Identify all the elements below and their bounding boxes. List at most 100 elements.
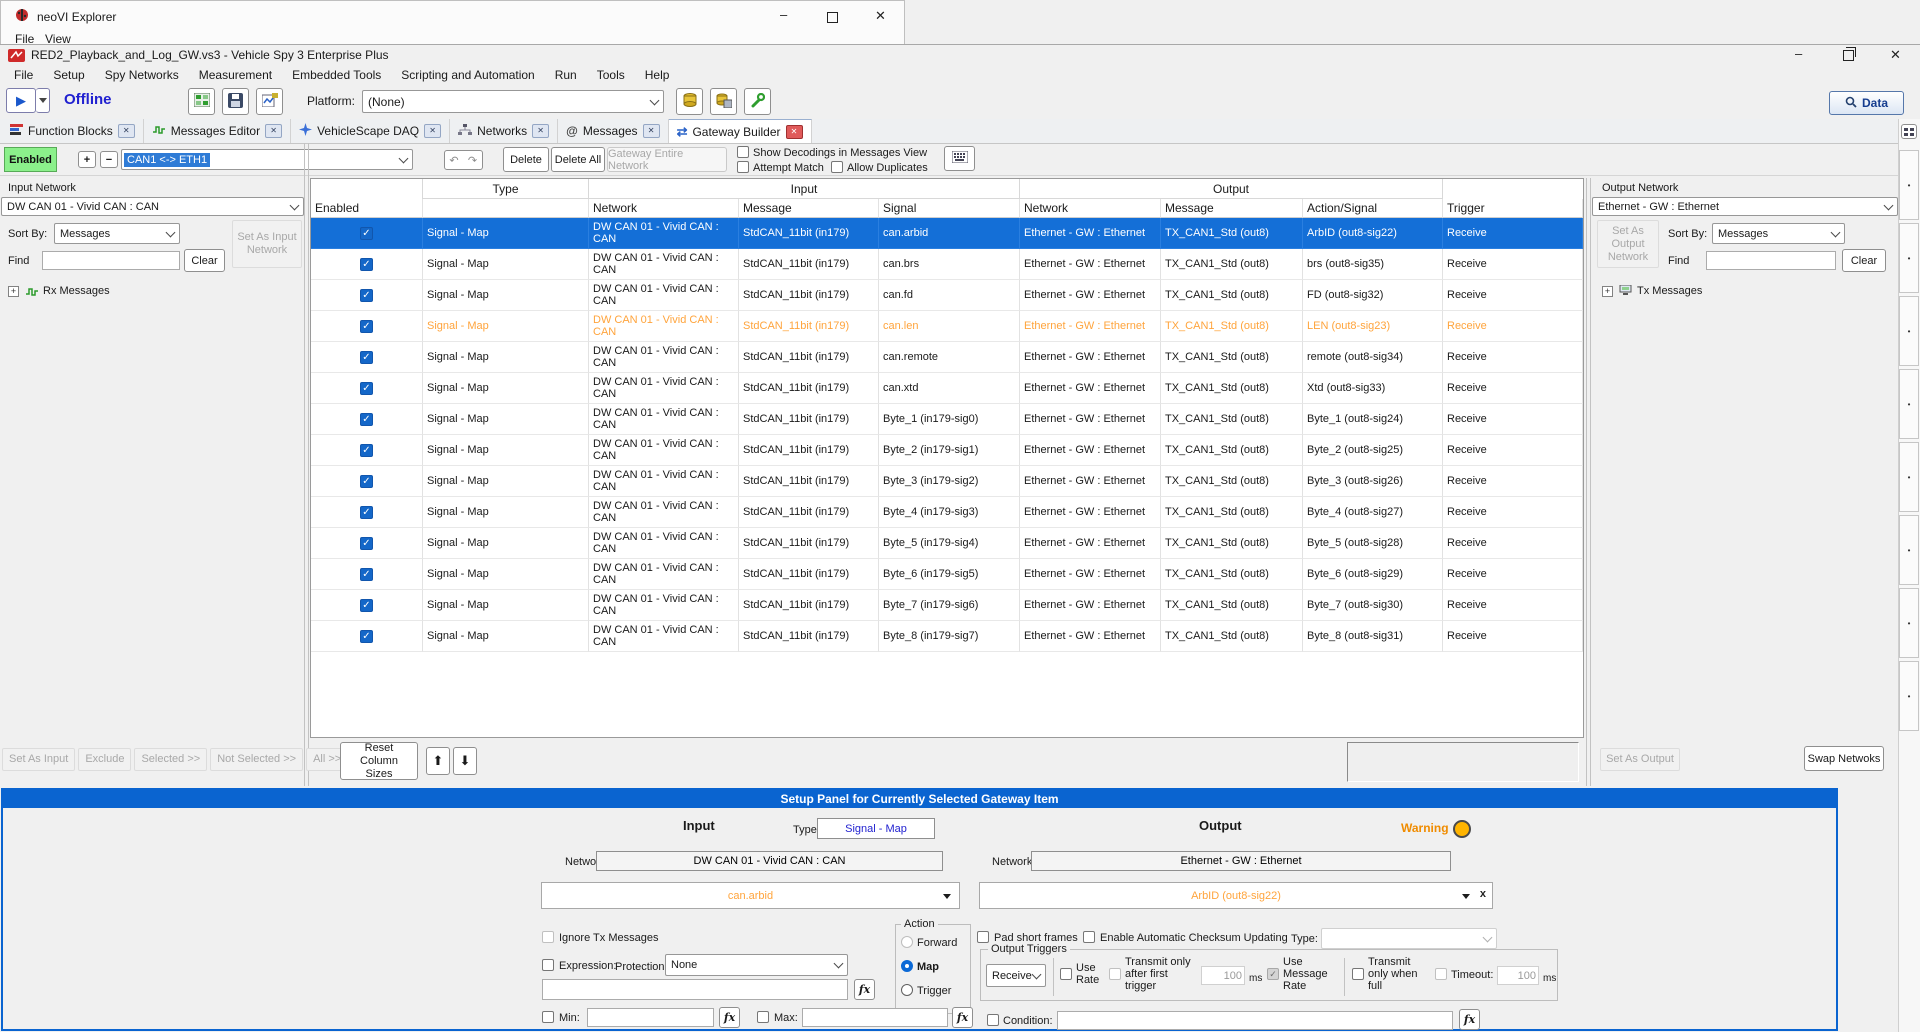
enabled-cell[interactable]: ✓ xyxy=(311,218,423,249)
enabled-checkbox[interactable]: ✓ xyxy=(360,382,373,395)
gateway-name-combo[interactable]: CAN1 <-> ETH1 xyxy=(121,149,413,170)
rate-field[interactable] xyxy=(1201,966,1245,985)
close-icon[interactable]: ✕ xyxy=(643,124,660,138)
delete-all-button[interactable]: Delete All xyxy=(551,147,605,172)
data-button[interactable]: Data xyxy=(1829,91,1904,115)
close-icon[interactable]: ✕ xyxy=(532,124,549,138)
enabled-checkbox[interactable]: ✓ xyxy=(360,537,373,550)
enabled-cell[interactable]: ✓ xyxy=(311,435,423,466)
enabled-cell[interactable]: ✓ xyxy=(311,559,423,590)
play-button[interactable]: ▶ xyxy=(6,88,36,113)
setup-in-signal-combo[interactable]: can.arbid xyxy=(541,882,960,909)
logger-button[interactable] xyxy=(256,88,283,115)
table-row[interactable]: ✓ Signal - Map DW CAN 01 - Vivid CAN : C… xyxy=(311,404,1583,435)
tab-function-blocks[interactable]: Function Blocks ✕ xyxy=(2,119,144,143)
timeout-checkbox[interactable] xyxy=(1435,968,1447,980)
table-row[interactable]: ✓ Signal - Map DW CAN 01 - Vivid CAN : C… xyxy=(311,621,1583,652)
enabled-cell[interactable]: ✓ xyxy=(311,497,423,528)
set-as-input-network-button[interactable]: Set As Input Network xyxy=(232,220,302,268)
col-trigger[interactable]: Trigger xyxy=(1443,199,1583,218)
dock-segment[interactable]: • xyxy=(1899,150,1919,220)
input-sortby-select[interactable]: Messages xyxy=(54,223,180,244)
checksum-checkbox[interactable] xyxy=(1083,931,1095,943)
reset-column-sizes-button[interactable]: Reset Column Sizes xyxy=(340,742,418,780)
input-find-field[interactable] xyxy=(42,251,180,270)
input-filter-button[interactable]: Selected >> xyxy=(134,748,207,771)
col-in-network[interactable]: Network xyxy=(589,199,739,218)
transmit-after-checkbox[interactable] xyxy=(1109,968,1121,980)
redo-button[interactable]: ↷ xyxy=(463,150,483,170)
menu-item[interactable]: Setup xyxy=(43,67,94,84)
enabled-checkbox[interactable]: ✓ xyxy=(360,475,373,488)
protection-select[interactable]: None xyxy=(665,954,848,976)
dock-segment[interactable]: • xyxy=(1899,296,1919,366)
menu-item[interactable]: Spy Networks xyxy=(95,67,189,84)
enabled-cell[interactable]: ✓ xyxy=(311,342,423,373)
dropdown-arrow-icon[interactable] xyxy=(1462,894,1470,899)
tx-messages-label[interactable]: Tx Messages xyxy=(1637,285,1702,297)
move-down-button[interactable]: ⬇ xyxy=(453,747,477,775)
max-fx-button[interactable]: fx xyxy=(952,1007,973,1028)
enabled-checkbox[interactable]: ✓ xyxy=(360,258,373,271)
dock-segment[interactable]: • xyxy=(1899,442,1919,512)
expression-checkbox[interactable] xyxy=(542,959,554,971)
messages-view-button[interactable] xyxy=(188,88,215,115)
transmit-full-checkbox[interactable] xyxy=(1352,968,1364,980)
set-as-output-network-button[interactable]: Set As Output Network xyxy=(1597,220,1659,268)
table-row[interactable]: ✓ Signal - Map DW CAN 01 - Vivid CAN : C… xyxy=(311,373,1583,404)
receive-select[interactable]: Receive xyxy=(986,964,1046,987)
input-filter-button[interactable]: Exclude xyxy=(78,748,131,771)
tools-wrench-button[interactable] xyxy=(744,88,771,115)
col-in-message[interactable]: Message xyxy=(739,199,879,218)
forward-radio[interactable] xyxy=(901,936,913,948)
table-row[interactable]: ✓ Signal - Map DW CAN 01 - Vivid CAN : C… xyxy=(311,497,1583,528)
tab-networks[interactable]: Networks ✕ xyxy=(450,119,558,143)
enabled-checkbox[interactable]: ✓ xyxy=(360,320,373,333)
dock-mini-button[interactable] xyxy=(1901,124,1917,139)
condition-field[interactable] xyxy=(1057,1011,1453,1030)
remove-gateway-button[interactable]: − xyxy=(100,151,118,168)
input-filter-button[interactable]: Set As Input xyxy=(2,748,75,771)
output-find-field[interactable] xyxy=(1706,251,1836,270)
save-button[interactable] xyxy=(222,88,249,115)
min-field[interactable] xyxy=(587,1008,714,1027)
minimize-icon[interactable]: – xyxy=(1795,46,1802,61)
restore-icon[interactable] xyxy=(1843,50,1854,61)
col-out-message[interactable]: Message xyxy=(1161,199,1303,218)
col-enabled[interactable]: Enabled xyxy=(311,199,423,218)
table-row[interactable]: ✓ Signal - Map DW CAN 01 - Vivid CAN : C… xyxy=(311,249,1583,280)
condition-checkbox[interactable] xyxy=(987,1014,999,1026)
rx-messages-label[interactable]: Rx Messages xyxy=(43,285,110,297)
col-action-signal[interactable]: Action/Signal xyxy=(1303,199,1443,218)
timeout-field[interactable] xyxy=(1497,966,1539,985)
enabled-cell[interactable]: ✓ xyxy=(311,249,423,280)
col-out-network[interactable]: Network xyxy=(1020,199,1161,218)
swap-networks-button[interactable]: Swap Netwoks xyxy=(1804,746,1884,771)
table-row[interactable]: ✓ Signal - Map DW CAN 01 - Vivid CAN : C… xyxy=(311,466,1583,497)
enabled-checkbox[interactable]: ✓ xyxy=(360,506,373,519)
close-icon[interactable]: ✕ xyxy=(118,124,135,138)
trigger-radio[interactable] xyxy=(901,984,913,996)
table-row[interactable]: ✓ Signal - Map DW CAN 01 - Vivid CAN : C… xyxy=(311,559,1583,590)
database-save-button[interactable] xyxy=(710,88,737,115)
table-row[interactable]: ✓ Signal - Map DW CAN 01 - Vivid CAN : C… xyxy=(311,590,1583,621)
table-row[interactable]: ✓ Signal - Map DW CAN 01 - Vivid CAN : C… xyxy=(311,528,1583,559)
enabled-checkbox[interactable]: ✓ xyxy=(360,289,373,302)
menu-item[interactable]: Measurement xyxy=(189,67,282,84)
enabled-cell[interactable]: ✓ xyxy=(311,280,423,311)
ignore-tx-checkbox[interactable] xyxy=(542,931,554,943)
output-network-select[interactable]: Ethernet - GW : Ethernet xyxy=(1592,197,1898,216)
database-button[interactable] xyxy=(676,88,703,115)
enabled-cell[interactable]: ✓ xyxy=(311,528,423,559)
min-checkbox[interactable] xyxy=(542,1011,554,1023)
play-dropdown-button[interactable] xyxy=(36,88,50,113)
dock-segment[interactable]: • xyxy=(1899,369,1919,439)
neovi-explorer-window[interactable]: neoVI Explorer – ✕ File View xyxy=(0,0,905,46)
delete-button[interactable]: Delete xyxy=(503,147,549,172)
enabled-checkbox[interactable]: ✓ xyxy=(360,444,373,457)
menu-item[interactable]: Run xyxy=(545,67,587,84)
close-icon[interactable]: ✕ xyxy=(875,8,886,24)
close-icon[interactable]: ✕ xyxy=(786,125,803,139)
grid-view-button[interactable] xyxy=(944,146,975,171)
min-fx-button[interactable]: fx xyxy=(719,1007,740,1028)
